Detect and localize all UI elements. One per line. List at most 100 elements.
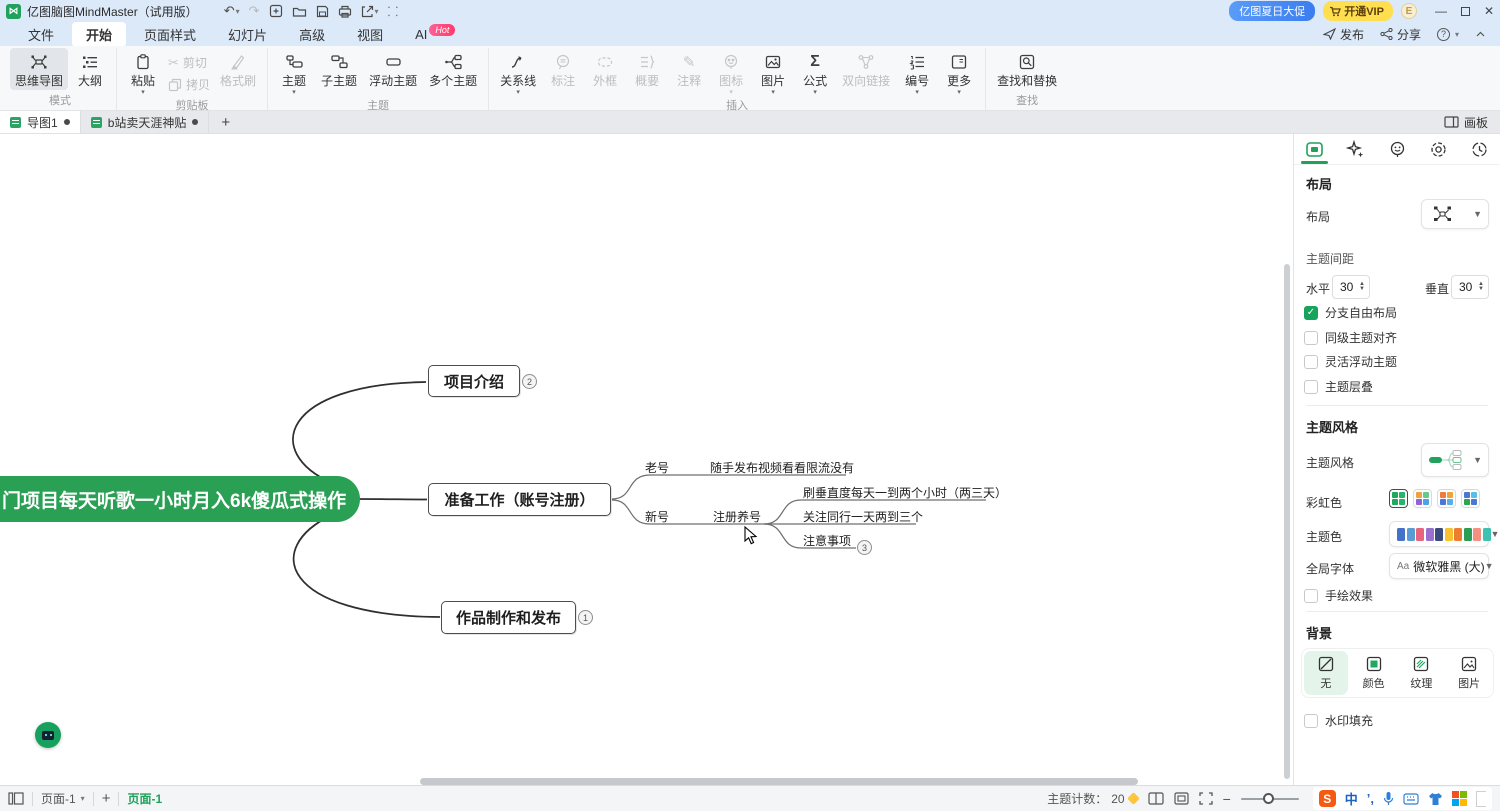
- panel-tab-clipart[interactable]: [1418, 134, 1459, 164]
- copy-button[interactable]: 拷贝: [165, 75, 213, 94]
- tab-home[interactable]: 开始: [72, 22, 126, 47]
- theme-style-dropdown[interactable]: ▼: [1421, 443, 1489, 477]
- subtopic-button[interactable]: 子主题: [316, 48, 362, 90]
- tab-ai[interactable]: AI Hot: [401, 24, 469, 45]
- formula-button[interactable]: Σ 公式 ▾: [795, 48, 835, 96]
- rainbow-swatch-green[interactable]: [1389, 489, 1408, 508]
- fit-page-button[interactable]: [1174, 792, 1189, 805]
- subtopic-register[interactable]: 注册养号: [713, 508, 761, 525]
- bg-color-option[interactable]: 颜色: [1352, 651, 1396, 695]
- export-button[interactable]: ▾: [361, 5, 379, 18]
- callout-button[interactable]: 标注: [543, 48, 583, 90]
- toolbox-grid-icon[interactable]: [1452, 791, 1467, 806]
- collapse-badge[interactable]: 3: [857, 540, 872, 555]
- relationship-button[interactable]: 关系线 ▾: [495, 48, 541, 96]
- free-layout-checkbox[interactable]: ✓ 分支自由布局: [1304, 304, 1397, 321]
- subtopic-notes[interactable]: 注意事项: [803, 532, 851, 549]
- insert-icon-button[interactable]: 图标 ▾: [711, 48, 751, 96]
- stepper-arrows-icon[interactable]: ▲▼: [1359, 282, 1365, 292]
- punctuation-icon[interactable]: ’,: [1367, 791, 1374, 806]
- paste-button[interactable]: 粘贴 ▾: [123, 48, 163, 96]
- print-button[interactable]: [338, 5, 352, 18]
- open-file-button[interactable]: [292, 5, 307, 18]
- tab-page-style[interactable]: 页面样式: [130, 22, 210, 47]
- rainbow-swatch-warm[interactable]: [1437, 489, 1456, 508]
- topic-button[interactable]: 主题 ▾: [274, 48, 314, 96]
- theme-color-dropdown[interactable]: ▼: [1389, 521, 1489, 547]
- panel-tab-ai[interactable]: [1335, 134, 1376, 164]
- subtopic-old-account[interactable]: 老号: [645, 459, 669, 476]
- rainbow-swatch-cool[interactable]: [1461, 489, 1480, 508]
- bg-none-option[interactable]: 无: [1304, 651, 1348, 695]
- bg-image-option[interactable]: 图片: [1447, 651, 1491, 695]
- undo-button[interactable]: ↶▾: [224, 3, 240, 19]
- bidirectional-link-button[interactable]: 双向链接: [837, 48, 895, 90]
- branch-topic-prepare[interactable]: 准备工作（账号注册）: [428, 483, 611, 516]
- mindmap-mode-button[interactable]: 思维导图: [10, 48, 68, 90]
- bg-texture-option[interactable]: 纹理: [1400, 651, 1444, 695]
- more-button[interactable]: 更多 ▾: [939, 48, 979, 96]
- tab-view[interactable]: 视图: [343, 22, 397, 47]
- numbering-button[interactable]: 编号 ▾: [897, 48, 937, 96]
- watermark-checkbox[interactable]: 水印填充: [1304, 712, 1373, 729]
- mindmap-canvas[interactable]: 门项目每天听歌一小时月入6k傻瓜式操作 项目介绍 2 准备工作（账号注册） 作品…: [0, 134, 1293, 785]
- flexible-floating-checkbox[interactable]: 灵活浮动主题: [1304, 353, 1397, 370]
- horizontal-spacing-stepper[interactable]: 30 ▲▼: [1332, 275, 1370, 299]
- picture-button[interactable]: 图片 ▾: [753, 48, 793, 96]
- board-panel-button[interactable]: 画板: [1432, 111, 1500, 133]
- page-tab-active[interactable]: 页面-1: [127, 790, 162, 807]
- subtopic-follow-peers[interactable]: 关注同行一天两到三个: [803, 508, 923, 525]
- rainbow-swatch-rainbow[interactable]: [1413, 489, 1432, 508]
- outline-mode-button[interactable]: 大纲: [70, 48, 110, 90]
- tab-slides[interactable]: 幻灯片: [214, 22, 281, 47]
- panel-tab-history[interactable]: [1459, 134, 1500, 164]
- comment-button[interactable]: ✎ 注释: [669, 48, 709, 90]
- branch-topic-intro[interactable]: 项目介绍: [428, 365, 520, 397]
- user-avatar[interactable]: E: [1401, 3, 1417, 19]
- page-selector-dropdown[interactable]: 页面-1▾: [41, 790, 85, 807]
- collapse-badge[interactable]: 2: [522, 374, 537, 389]
- publish-button[interactable]: 发布: [1323, 26, 1364, 43]
- maximize-button[interactable]: [1461, 7, 1470, 16]
- skin-shirt-icon[interactable]: [1428, 792, 1443, 806]
- new-file-button[interactable]: [269, 4, 283, 18]
- fullscreen-button[interactable]: [1199, 792, 1213, 805]
- panel-tab-icon[interactable]: [1376, 134, 1417, 164]
- summary-button[interactable]: 概要: [627, 48, 667, 90]
- panel-tab-style[interactable]: [1294, 134, 1335, 164]
- new-doc-tab-button[interactable]: +: [209, 111, 242, 133]
- minimize-button[interactable]: —: [1435, 5, 1447, 17]
- help-button[interactable]: ?▾: [1437, 28, 1459, 41]
- cut-button[interactable]: ✂剪切: [165, 53, 213, 72]
- summer-promo-badge[interactable]: 亿图夏日大促: [1229, 1, 1315, 21]
- find-replace-button[interactable]: 查找和替换: [992, 48, 1062, 90]
- add-page-button[interactable]: +: [102, 790, 111, 807]
- save-button[interactable]: [316, 5, 329, 18]
- sogou-icon[interactable]: S: [1319, 790, 1336, 807]
- root-topic[interactable]: 门项目每天听歌一小时月入6k傻瓜式操作: [0, 476, 360, 522]
- hand-drawn-checkbox[interactable]: 手绘效果: [1304, 587, 1373, 604]
- vertical-scrollbar[interactable]: [1284, 264, 1290, 779]
- close-button[interactable]: ✕: [1484, 5, 1494, 17]
- zoom-slider-handle[interactable]: [1263, 793, 1274, 804]
- customize-toolbar-button[interactable]: ⸬: [388, 2, 399, 20]
- vertical-spacing-stepper[interactable]: 30 ▲▼: [1451, 275, 1489, 299]
- horizontal-scrollbar[interactable]: [420, 778, 1138, 785]
- split-view-button[interactable]: [1148, 792, 1164, 805]
- floating-topic-button[interactable]: 浮动主题: [364, 48, 422, 90]
- sibling-align-checkbox[interactable]: 同级主题对齐: [1304, 329, 1397, 346]
- vip-button[interactable]: 开通VIP: [1323, 1, 1393, 21]
- branch-topic-publish[interactable]: 作品制作和发布: [441, 601, 576, 634]
- tab-file[interactable]: 文件: [14, 22, 68, 47]
- subtopic-new-account[interactable]: 新号: [645, 508, 669, 525]
- ai-assistant-button[interactable]: [35, 722, 61, 748]
- stepper-arrows-icon[interactable]: ▲▼: [1478, 282, 1484, 292]
- tab-advanced[interactable]: 高级: [285, 22, 339, 47]
- doc-tab-1[interactable]: 导图1: [0, 111, 81, 133]
- collapse-badge[interactable]: 1: [578, 610, 593, 625]
- topic-overlap-checkbox[interactable]: 主题层叠: [1304, 378, 1373, 395]
- format-painter-button[interactable]: 格式刷: [215, 48, 261, 90]
- doc-tab-2[interactable]: b站卖天涯神贴: [81, 111, 210, 133]
- microphone-icon[interactable]: [1383, 791, 1394, 806]
- subtopic-old-note[interactable]: 随手发布视频看看限流没有: [710, 459, 854, 476]
